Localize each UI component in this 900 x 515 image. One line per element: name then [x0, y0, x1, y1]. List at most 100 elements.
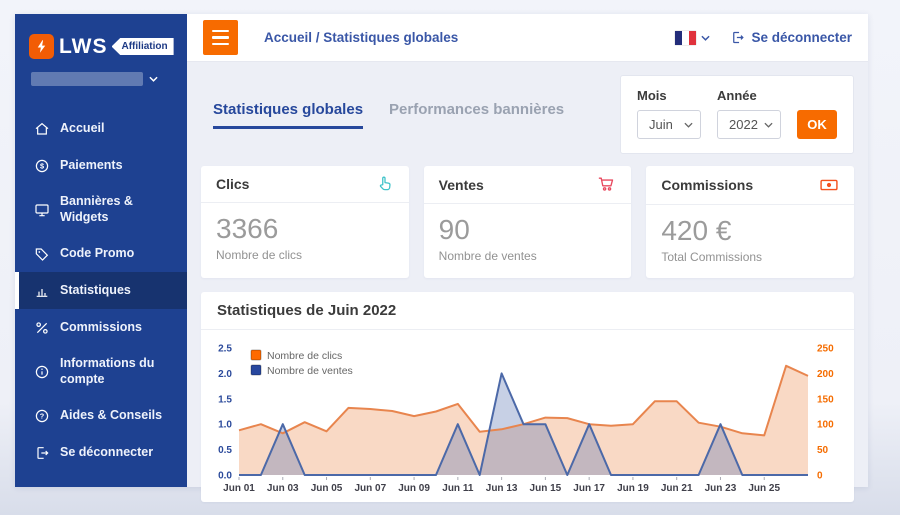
sidebar-item-commissions[interactable]: Commissions [15, 309, 187, 346]
home-icon [33, 120, 50, 137]
svg-text:Jun 03: Jun 03 [267, 483, 299, 494]
svg-text:2.0: 2.0 [218, 369, 232, 380]
svg-text:0.0: 0.0 [218, 470, 232, 481]
svg-text:100: 100 [817, 419, 834, 430]
svg-text:Jun 09: Jun 09 [398, 483, 430, 494]
percent-icon [33, 319, 50, 336]
sidebar-item-bannieres[interactable]: Bannières & Widgets [15, 184, 187, 235]
payments-icon: $ [33, 157, 50, 174]
banners-icon [33, 201, 50, 218]
card-title: Clics [216, 176, 249, 192]
sidebar-item-label: Statistiques [60, 283, 131, 299]
breadcrumb: Accueil / Statistiques globales [264, 30, 458, 45]
sidebar: LWS Affiliation Accueil $ Paiements [15, 14, 187, 487]
commissions-card: Commissions 420 € Total Commissions [646, 166, 854, 278]
chart-title: Statistiques de Juin 2022 [201, 292, 854, 330]
svg-text:0.5: 0.5 [218, 445, 232, 456]
cart-icon [597, 175, 616, 194]
svg-text:Nombre de clics: Nombre de clics [267, 350, 342, 362]
svg-text:Jun 25: Jun 25 [748, 483, 780, 494]
logout-icon [33, 445, 50, 462]
card-subtitle: Total Commissions [661, 250, 839, 264]
logout-button[interactable]: Se déconnecter [730, 30, 852, 45]
ventes-card: Ventes 90 Nombre de ventes [424, 166, 632, 278]
svg-text:Jun 11: Jun 11 [442, 483, 474, 494]
period-filter: Mois Juin Année 2022 OK [620, 75, 854, 154]
svg-text:Jun 01: Jun 01 [223, 483, 255, 494]
svg-text:50: 50 [817, 445, 829, 456]
card-subtitle: Nombre de ventes [439, 249, 617, 263]
sidebar-item-statistiques[interactable]: Statistiques [15, 272, 187, 309]
sidebar-item-label: Code Promo [60, 246, 134, 262]
svg-text:1.5: 1.5 [218, 394, 232, 405]
stat-cards: Clics 3366 Nombre de clics Ventes 90 [201, 166, 854, 278]
chart-area: 0.0 0.5 1.0 1.5 2.0 2.5 0 50 100 150 200 250 Jun 01 J… [201, 330, 854, 502]
app-window: LWS Affiliation Accueil $ Paiements [15, 14, 868, 487]
sidebar-item-label: Se déconnecter [60, 445, 153, 461]
month-select[interactable]: Juin [637, 110, 701, 139]
language-selector[interactable] [675, 31, 710, 45]
svg-text:Nombre de ventes: Nombre de ventes [267, 365, 353, 377]
tab-statistiques-globales[interactable]: Statistiques globales [213, 101, 363, 129]
chevron-down-icon [684, 122, 693, 128]
card-title: Ventes [439, 177, 484, 193]
svg-text:Jun 07: Jun 07 [354, 483, 386, 494]
svg-text:Jun 23: Jun 23 [705, 483, 737, 494]
year-select[interactable]: 2022 [717, 110, 781, 139]
brand-badge: Affiliation [112, 38, 174, 55]
svg-text:Jun 05: Jun 05 [311, 483, 343, 494]
brand-name: LWS [59, 35, 108, 59]
svg-text:0: 0 [817, 470, 823, 481]
svg-text:150: 150 [817, 394, 834, 405]
main-area: Accueil / Statistiques globales Se décon… [187, 14, 868, 487]
stats-icon [33, 282, 50, 299]
sidebar-nav: Accueil $ Paiements Bannières & Widgets … [15, 110, 187, 472]
month-label: Mois [637, 88, 701, 103]
sidebar-item-label: Accueil [60, 121, 104, 137]
banknote-icon [819, 175, 839, 195]
svg-text:Jun 21: Jun 21 [661, 483, 693, 494]
sidebar-item-label: Commissions [60, 320, 142, 336]
svg-text:1.0: 1.0 [218, 419, 232, 430]
svg-text:?: ? [39, 412, 44, 421]
menu-toggle-button[interactable] [203, 20, 238, 55]
sidebar-item-code-promo[interactable]: Code Promo [15, 235, 187, 272]
tab-bar: Statistiques globales Performances banni… [213, 101, 564, 129]
account-selector[interactable] [31, 72, 173, 86]
svg-text:250: 250 [817, 343, 834, 354]
sidebar-item-aides[interactable]: ? Aides & Conseils [15, 398, 187, 435]
card-subtitle: Nombre de clics [216, 248, 394, 262]
sidebar-item-paiements[interactable]: $ Paiements [15, 147, 187, 184]
tab-performances-bannieres[interactable]: Performances bannières [389, 101, 564, 129]
brand-logo: LWS Affiliation [15, 14, 187, 59]
info-icon [33, 363, 50, 380]
sidebar-item-informations[interactable]: Informations du compte [15, 346, 187, 397]
ok-button[interactable]: OK [797, 110, 837, 139]
year-label: Année [717, 88, 781, 103]
sidebar-item-label: Aides & Conseils [60, 408, 162, 424]
card-value: 90 [439, 215, 617, 246]
card-value: 3366 [216, 214, 394, 245]
svg-text:Jun 13: Jun 13 [486, 483, 518, 494]
sidebar-item-deconnecter[interactable]: Se déconnecter [15, 435, 187, 472]
svg-text:$: $ [39, 161, 43, 170]
topbar: Accueil / Statistiques globales Se décon… [187, 14, 868, 62]
sidebar-item-label: Bannières & Widgets [60, 194, 173, 225]
chevron-down-icon [149, 76, 158, 82]
card-title: Commissions [661, 177, 753, 193]
sidebar-item-accueil[interactable]: Accueil [15, 110, 187, 147]
clics-card: Clics 3366 Nombre de clics [201, 166, 409, 278]
promo-tag-icon [33, 245, 50, 262]
svg-text:Jun 19: Jun 19 [617, 483, 649, 494]
stats-chart: 0.0 0.5 1.0 1.5 2.0 2.5 0 50 100 150 200 250 Jun 01 J… [205, 332, 850, 502]
year-value: 2022 [729, 117, 758, 132]
chevron-down-icon [764, 122, 773, 128]
svg-text:200: 200 [817, 369, 834, 380]
help-icon: ? [33, 408, 50, 425]
card-value: 420 € [661, 216, 839, 247]
sidebar-item-label: Informations du compte [60, 356, 165, 387]
account-value-pill [31, 72, 143, 86]
svg-text:2.5: 2.5 [218, 343, 232, 354]
chevron-down-icon [701, 35, 710, 41]
svg-text:Jun 15: Jun 15 [530, 483, 562, 494]
